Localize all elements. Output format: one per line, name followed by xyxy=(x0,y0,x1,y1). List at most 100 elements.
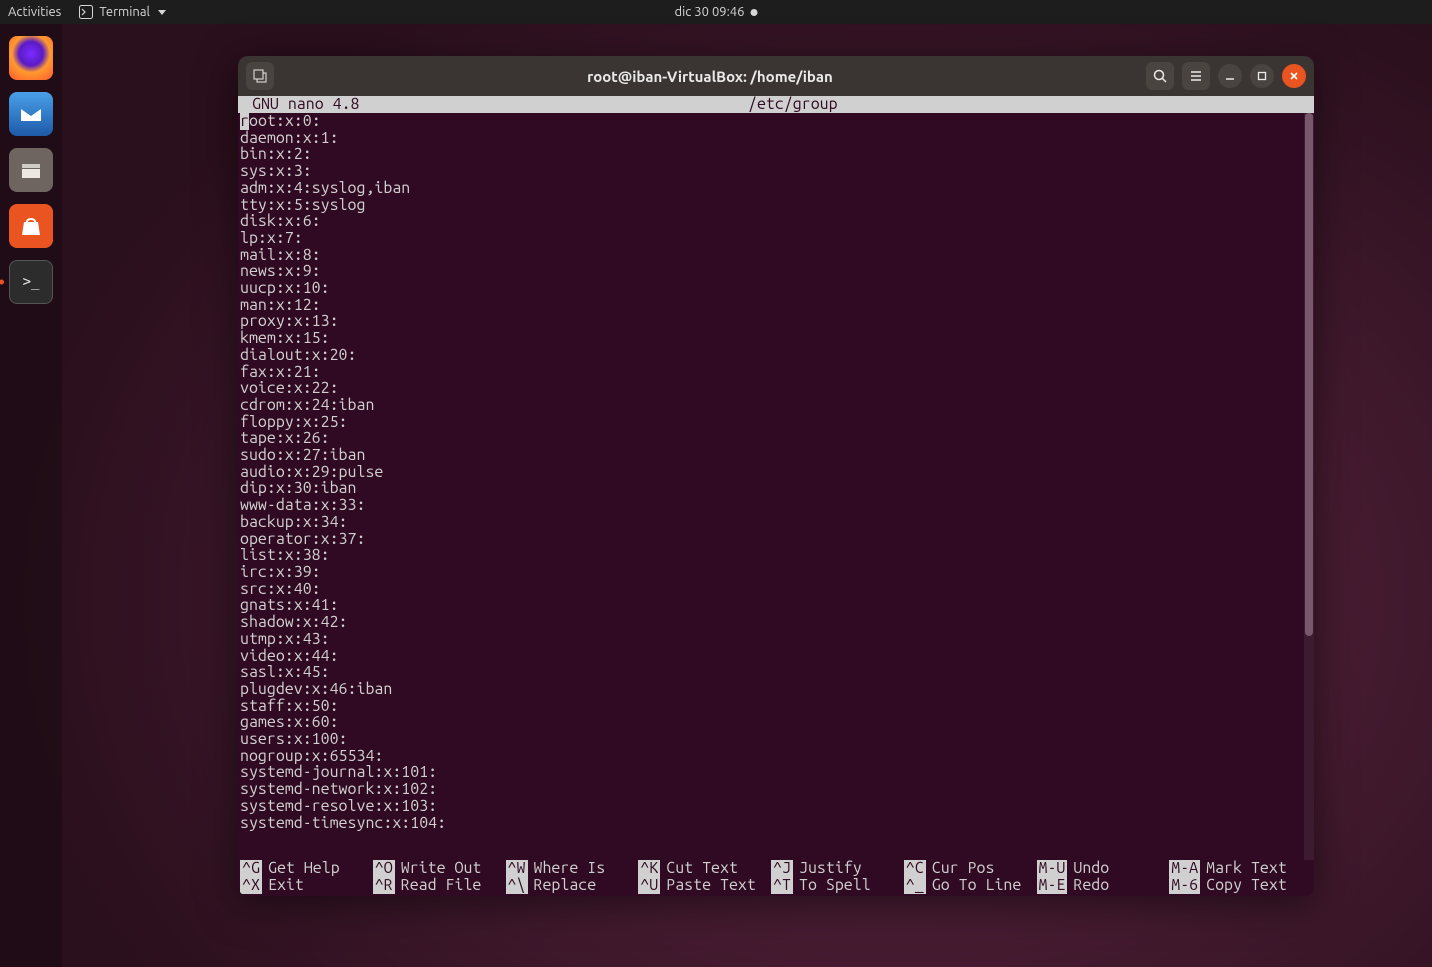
shortcut-key: M-A xyxy=(1169,860,1200,877)
file-line: bin:x:2: xyxy=(240,146,1312,163)
file-line: staff:x:50: xyxy=(240,698,1312,715)
notification-dot-icon xyxy=(750,9,757,16)
file-line: utmp:x:43: xyxy=(240,631,1312,648)
nano-shortcut: ^CCur Pos xyxy=(904,860,1037,877)
maximize-button[interactable] xyxy=(1250,64,1274,88)
file-line: adm:x:4:syslog,iban xyxy=(240,180,1312,197)
file-line: lp:x:7: xyxy=(240,230,1312,247)
file-line: shadow:x:42: xyxy=(240,614,1312,631)
shortcut-label: Get Help xyxy=(262,860,340,877)
file-line: video:x:44: xyxy=(240,648,1312,665)
dock: >_ xyxy=(0,24,62,967)
app-menu[interactable]: Terminal xyxy=(79,5,166,19)
file-line: systemd-network:x:102: xyxy=(240,781,1312,798)
scrollbar[interactable] xyxy=(1304,113,1314,860)
dock-item-firefox[interactable] xyxy=(5,32,57,84)
shortcut-key: M-E xyxy=(1037,877,1068,894)
shortcut-label: Cut Text xyxy=(660,860,738,877)
dock-item-thunderbird[interactable] xyxy=(5,88,57,140)
file-line: root:x:0: xyxy=(240,113,1312,130)
shortcut-key: ^J xyxy=(771,860,793,877)
app-menu-label: Terminal xyxy=(99,5,150,19)
shortcut-label: Go To Line xyxy=(926,877,1022,894)
dock-item-terminal[interactable]: >_ xyxy=(5,256,57,308)
file-line: sasl:x:45: xyxy=(240,664,1312,681)
shortcut-label: Replace xyxy=(528,877,597,894)
shortcut-label: To Spell xyxy=(793,877,871,894)
nano-shortcut: ^KCut Text xyxy=(638,860,771,877)
shortcut-key: ^_ xyxy=(904,877,926,894)
shortcut-label: Write Out xyxy=(395,860,482,877)
thunderbird-icon xyxy=(9,92,53,136)
dock-item-files[interactable] xyxy=(5,144,57,196)
nano-shortcut-bar: ^GGet Help^OWrite Out^WWhere Is^KCut Tex… xyxy=(238,860,1304,896)
file-line: sudo:x:27:iban xyxy=(240,447,1312,464)
minimize-icon xyxy=(1225,71,1235,81)
shortcut-label: Paste Text xyxy=(660,877,756,894)
file-line: news:x:9: xyxy=(240,263,1312,280)
nano-shortcut: ^JJustify xyxy=(771,860,904,877)
terminal-icon xyxy=(79,5,93,19)
file-line: tape:x:26: xyxy=(240,430,1312,447)
shortcut-label: Copy Text xyxy=(1200,877,1287,894)
shortcut-label: Where Is xyxy=(528,860,606,877)
nano-header: GNU nano 4.8 /etc/group xyxy=(238,96,1314,113)
shortcut-key: ^\ xyxy=(506,877,528,894)
terminal-app-icon: >_ xyxy=(9,260,53,304)
nano-shortcut: ^WWhere Is xyxy=(506,860,639,877)
shortcut-key: ^G xyxy=(240,860,262,877)
file-line: systemd-timesync:x:104: xyxy=(240,815,1312,832)
file-line: gnats:x:41: xyxy=(240,597,1312,614)
nano-shortcut: ^TTo Spell xyxy=(771,877,904,894)
nano-shortcut: M-6Copy Text xyxy=(1169,877,1302,894)
minimize-button[interactable] xyxy=(1218,64,1242,88)
gnome-top-bar: Activities Terminal dic 30 09:46 xyxy=(0,0,1432,24)
nano-shortcut: M-UUndo xyxy=(1037,860,1170,877)
nano-filename: /etc/group xyxy=(748,96,838,113)
shortcut-key: M-U xyxy=(1037,860,1068,877)
file-line: operator:x:37: xyxy=(240,531,1312,548)
shortcut-label: Mark Text xyxy=(1200,860,1287,877)
file-line: systemd-resolve:x:103: xyxy=(240,798,1312,815)
file-content[interactable]: root:x:0:daemon:x:1:bin:x:2:sys:x:3:adm:… xyxy=(238,113,1314,848)
file-line: fax:x:21: xyxy=(240,364,1312,381)
nano-shortcut: ^GGet Help xyxy=(240,860,373,877)
file-line: uucp:x:10: xyxy=(240,280,1312,297)
file-line: backup:x:34: xyxy=(240,514,1312,531)
file-line: disk:x:6: xyxy=(240,213,1312,230)
file-line: dialout:x:20: xyxy=(240,347,1312,364)
terminal-window: root@iban-VirtualBox: /home/iban GNU nan… xyxy=(238,56,1314,896)
scrollbar-thumb[interactable] xyxy=(1305,113,1313,636)
hamburger-icon xyxy=(1188,68,1204,84)
maximize-icon xyxy=(1257,71,1267,81)
shortcut-key: ^K xyxy=(638,860,660,877)
file-line: floppy:x:25: xyxy=(240,414,1312,431)
terminal-body[interactable]: GNU nano 4.8 /etc/group root:x:0:daemon:… xyxy=(238,96,1314,896)
software-store-icon xyxy=(9,204,53,248)
file-line: daemon:x:1: xyxy=(240,130,1312,147)
dock-item-software[interactable] xyxy=(5,200,57,252)
shortcut-key: ^C xyxy=(904,860,926,877)
close-icon xyxy=(1289,71,1299,81)
chevron-down-icon xyxy=(158,10,166,15)
file-line: cdrom:x:24:iban xyxy=(240,397,1312,414)
nano-shortcut: ^_Go To Line xyxy=(904,877,1037,894)
clock[interactable]: dic 30 09:46 xyxy=(675,5,758,19)
activities-button[interactable]: Activities xyxy=(8,5,61,19)
files-icon xyxy=(9,148,53,192)
file-line: irc:x:39: xyxy=(240,564,1312,581)
search-button[interactable] xyxy=(1146,62,1174,90)
file-line: mail:x:8: xyxy=(240,247,1312,264)
file-line: man:x:12: xyxy=(240,297,1312,314)
file-line: sys:x:3: xyxy=(240,163,1312,180)
new-tab-button[interactable] xyxy=(246,62,274,90)
new-tab-icon xyxy=(252,68,268,84)
shortcut-key: ^T xyxy=(771,877,793,894)
search-icon xyxy=(1152,68,1168,84)
file-line: www-data:x:33: xyxy=(240,497,1312,514)
window-title: root@iban-VirtualBox: /home/iban xyxy=(282,68,1138,85)
file-line: audio:x:29:pulse xyxy=(240,464,1312,481)
menu-button[interactable] xyxy=(1182,62,1210,90)
close-button[interactable] xyxy=(1282,64,1306,88)
nano-shortcut: ^\Replace xyxy=(506,877,639,894)
